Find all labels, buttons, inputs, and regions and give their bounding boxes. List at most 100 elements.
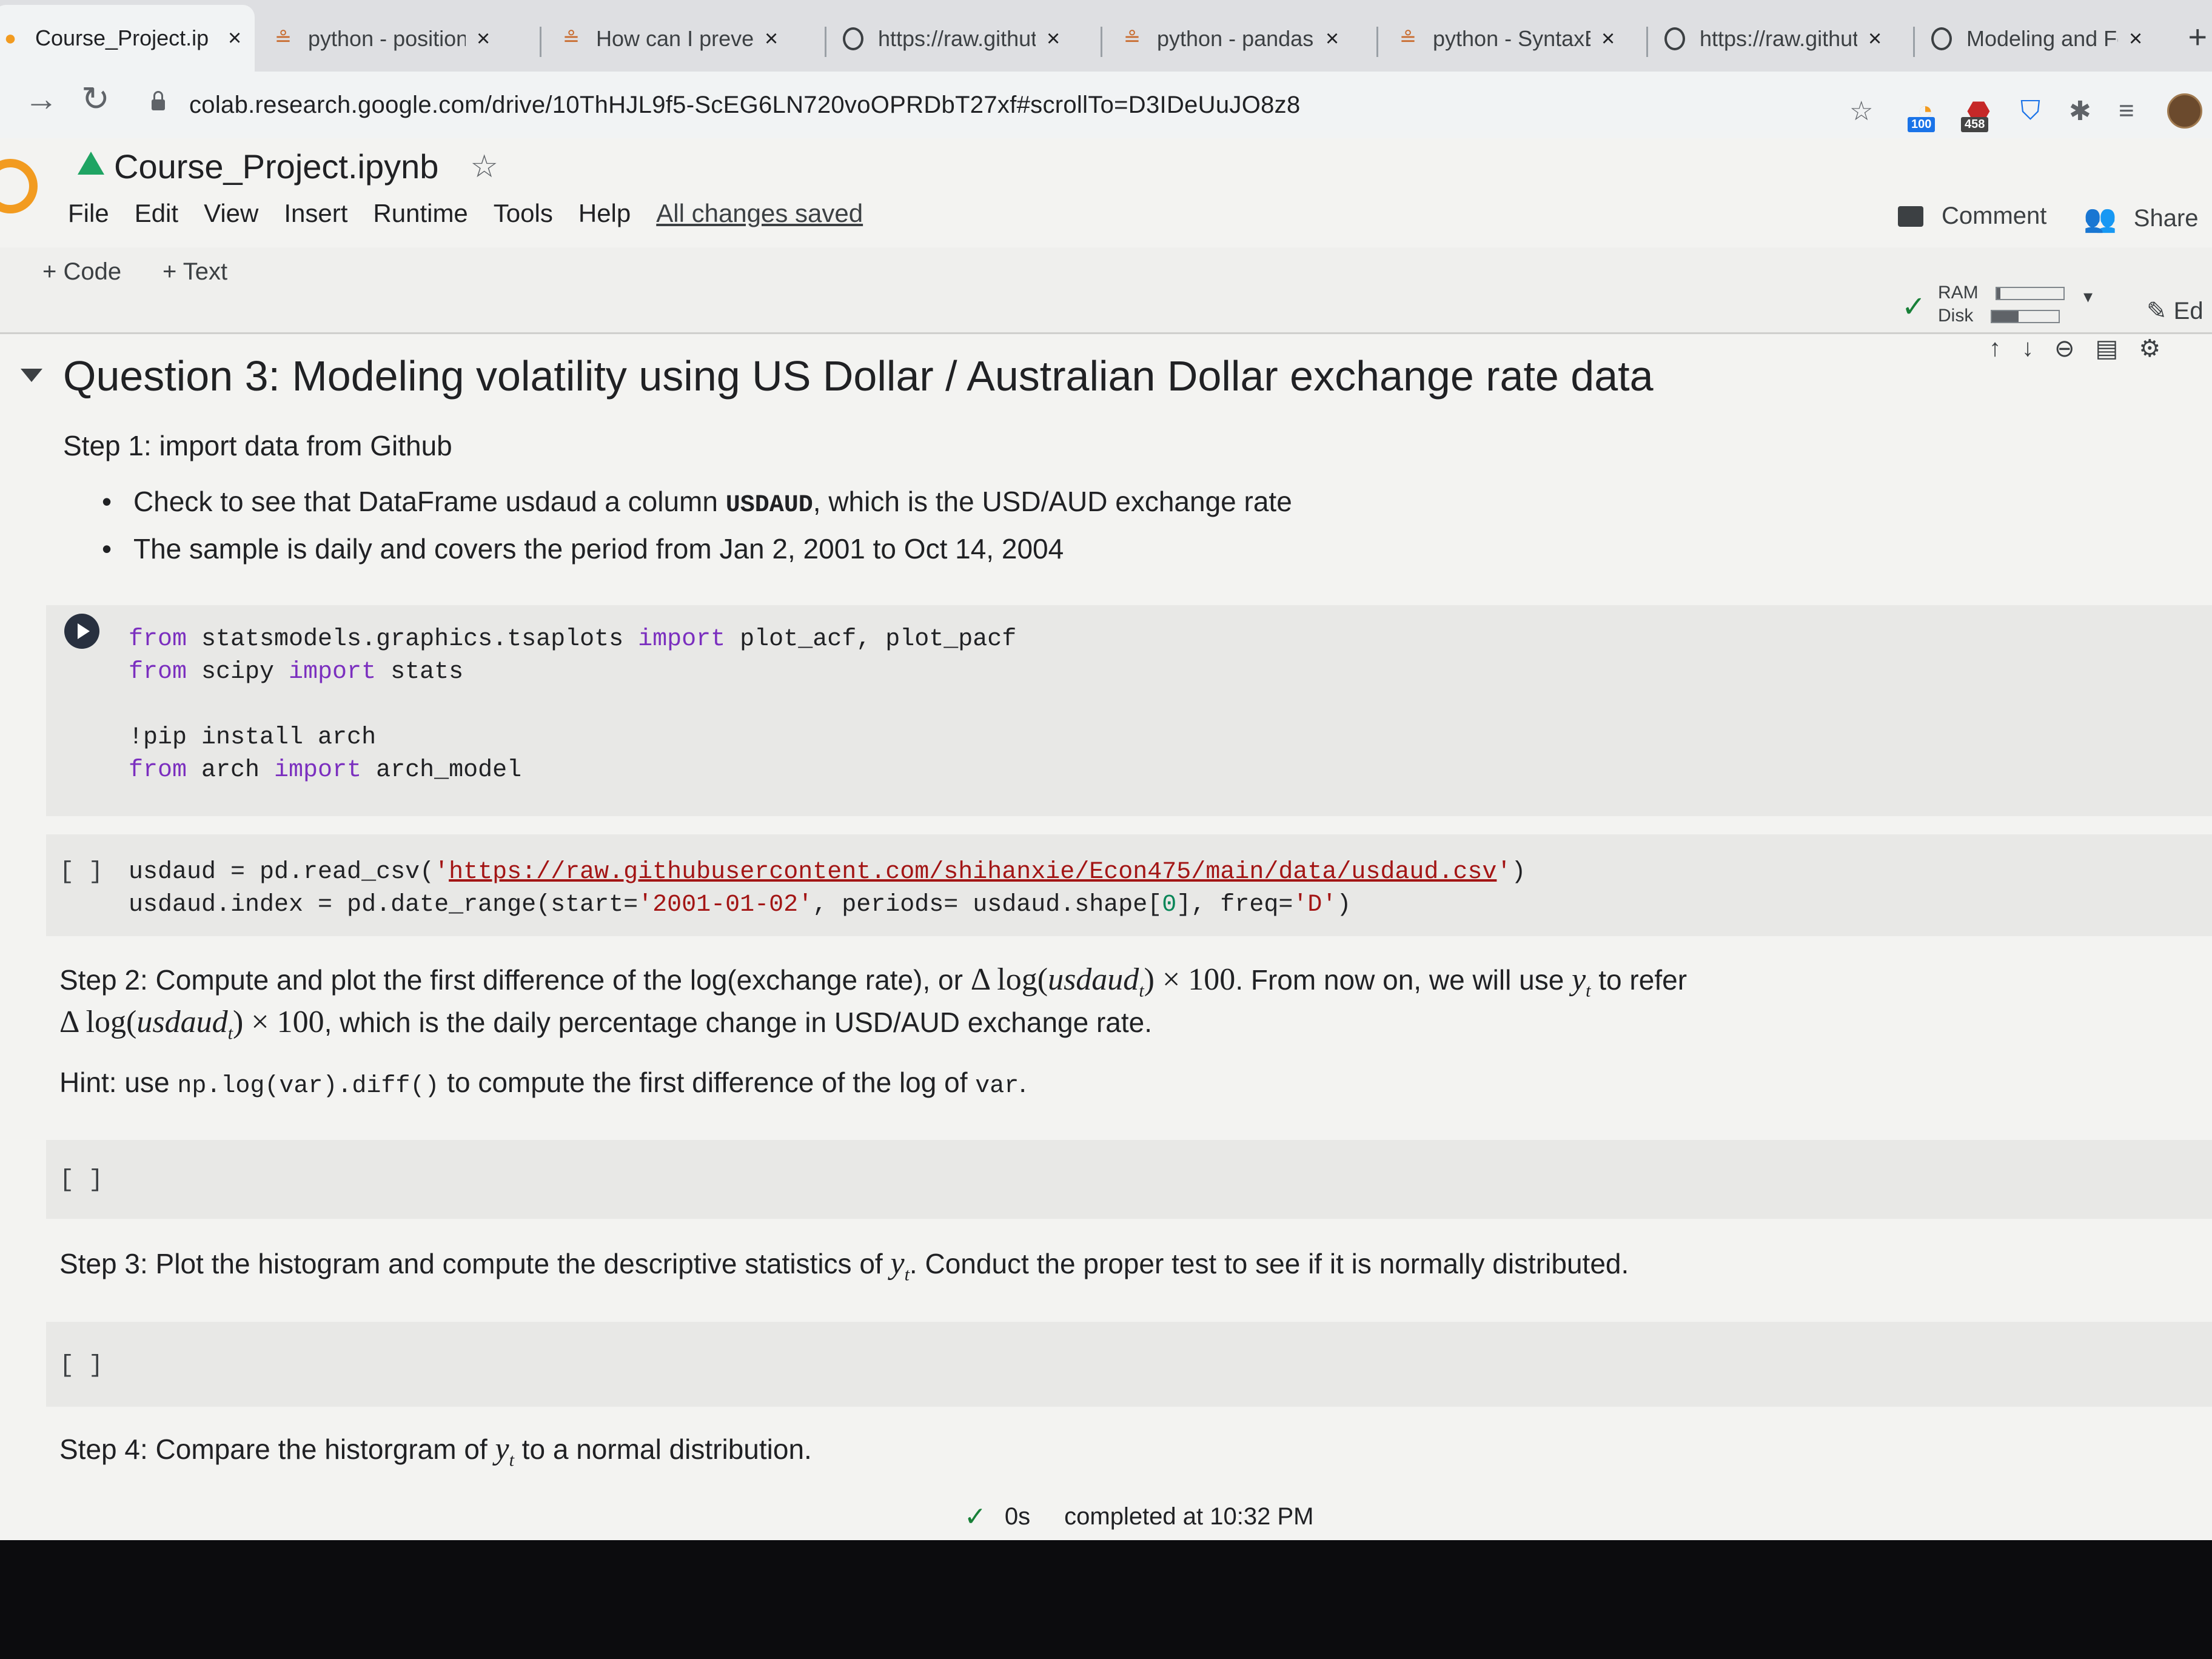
tab-python-pandas[interactable]: ≗ python - pandas × <box>1122 8 1339 69</box>
menu-view[interactable]: View <box>204 199 258 228</box>
close-icon[interactable]: × <box>228 25 241 52</box>
pencil-icon: ✎ <box>2147 298 2167 324</box>
notebook-toolbar: + Code + Text ✓ RAM Disk ▾ ✎ Ed <box>0 247 2212 334</box>
code-cell-empty[interactable]: [ ] <box>46 1140 2212 1219</box>
notebook-title-text[interactable]: Course_Project.ipynb <box>114 147 438 186</box>
tab-title: How can I preven <box>596 26 754 51</box>
tab-title: https://raw.githut <box>1700 26 1857 51</box>
menu-tools[interactable]: Tools <box>494 199 553 228</box>
tab-separator <box>825 27 826 57</box>
step3-text: Step 3: Plot the histogram and compute t… <box>59 1246 1629 1285</box>
cell-execution-bracket[interactable]: [ ] <box>59 859 103 886</box>
tab-modeling-and-forecasting[interactable]: Modeling and Fo × <box>1931 8 2142 69</box>
adblock-badge: 458 <box>1961 117 1989 132</box>
bullet-item: The sample is daily and covers the perio… <box>102 532 1064 565</box>
data-url-link[interactable]: https://raw.githubusercontent.com/shihan… <box>449 859 1496 886</box>
reload-icon[interactable]: ↻ <box>81 79 110 119</box>
adblock-extension-icon[interactable]: ⬣ 458 <box>1961 93 1994 132</box>
stackoverflow-icon: ≗ <box>562 27 580 50</box>
tab-python-position[interactable]: ≗ python - position × <box>273 8 490 69</box>
tab-title: python - position <box>308 26 466 51</box>
run-cell-button[interactable] <box>64 614 99 649</box>
tab-python-syntaxerror[interactable]: ≗ python - SyntaxE × <box>1398 8 1615 69</box>
stackoverflow-icon: ≗ <box>1399 27 1417 50</box>
menu-file[interactable]: File <box>68 199 109 228</box>
new-tab-button[interactable]: + <box>2188 18 2207 56</box>
lock-icon <box>152 91 165 110</box>
globe-icon <box>1664 27 1685 50</box>
close-icon[interactable]: × <box>1868 26 1882 52</box>
tab-how-can-i-prevent[interactable]: ≗ How can I preven × <box>561 8 778 69</box>
menu-edit[interactable]: Edit <box>135 199 178 228</box>
tab-title: Modeling and Fo <box>1966 26 2118 51</box>
ram-label: RAM <box>1938 283 1979 303</box>
execution-status: ✓ 0s completed at 10:32 PM <box>964 1501 1313 1532</box>
shield-extension-icon[interactable]: ⛉ <box>2020 93 2040 129</box>
add-code-button[interactable]: + Code <box>42 258 121 286</box>
add-text-button[interactable]: + Text <box>163 258 227 286</box>
step2-text-line2: Δ log(usdaudt) × 100, which is the daily… <box>59 1005 1153 1044</box>
code-line: from arch import arch_model <box>129 757 522 784</box>
rss-extension-icon[interactable]: ◔ 100 <box>1908 93 1940 132</box>
tab-separator <box>1913 27 1915 57</box>
code-line: from scipy import stats <box>129 659 464 686</box>
code-line: usdaud = pd.read_csv('https://raw.github… <box>129 859 1526 886</box>
tab-separator <box>540 27 541 57</box>
section-heading: Question 3: Modeling volatility using US… <box>63 352 1654 400</box>
collapse-section-icon[interactable] <box>21 369 42 382</box>
star-icon[interactable]: ☆ <box>470 149 498 185</box>
disk-label: Disk <box>1938 306 1974 326</box>
browser-toolbar: → ↻ colab.research.google.com/drive/10Th… <box>0 72 2212 139</box>
hint-text: Hint: use np.log(var).diff() to compute … <box>59 1067 1027 1100</box>
forward-icon[interactable]: → <box>24 79 58 118</box>
code-cell-read-data[interactable]: [ ] usdaud = pd.read_csv('https://raw.gi… <box>46 834 2212 936</box>
menu-runtime[interactable]: Runtime <box>373 199 468 228</box>
menu-bar: File Edit View Insert Runtime Tools Help… <box>68 199 888 228</box>
close-icon[interactable]: × <box>765 26 778 52</box>
globe-icon <box>843 27 863 50</box>
tab-separator <box>1101 27 1102 57</box>
close-icon[interactable]: × <box>1047 26 1060 52</box>
edit-button[interactable]: ✎ Ed <box>2147 297 2204 325</box>
tab-course-project[interactable]: ● Course_Project.ip × <box>0 5 255 72</box>
edit-label: Ed <box>2173 298 2204 324</box>
profile-avatar[interactable] <box>2167 93 2202 129</box>
save-status[interactable]: All changes saved <box>656 199 863 228</box>
code-line: from statsmodels.graphics.tsaplots impor… <box>129 626 1017 653</box>
tab-raw-github-2[interactable]: https://raw.githut × <box>1664 8 1882 69</box>
close-icon[interactable]: × <box>1601 26 1615 52</box>
screen: ● Course_Project.ip × ≗ python - positio… <box>0 0 2212 1540</box>
notebook-content: Question 3: Modeling volatility using US… <box>0 340 2212 1510</box>
chevron-down-icon[interactable]: ▾ <box>2083 286 2093 307</box>
step4-text: Step 4: Compare the historgram of yt to … <box>59 1432 812 1470</box>
cell-execution-bracket[interactable]: [ ] <box>59 1167 103 1194</box>
extensions-puzzle-icon[interactable]: ✱ <box>2069 93 2091 129</box>
comment-button[interactable]: Comment <box>1898 203 2046 230</box>
address-bar[interactable]: colab.research.google.com/drive/10ThHJL9… <box>152 85 1301 125</box>
reading-list-icon[interactable]: ≡ <box>2119 93 2134 129</box>
code-line: !pip install arch <box>129 724 377 751</box>
close-icon[interactable]: × <box>2129 26 2142 52</box>
connected-check-icon: ✓ <box>1902 291 1926 323</box>
colab-icon: ● <box>4 26 17 50</box>
close-icon[interactable]: × <box>477 26 490 52</box>
colab-logo-icon[interactable] <box>0 159 38 213</box>
stackoverflow-icon: ≗ <box>274 27 292 50</box>
step2-text: Step 2: Compute and plot the first diffe… <box>59 962 1687 1001</box>
bookmark-star-icon[interactable]: ☆ <box>1849 93 1873 129</box>
people-icon: 👥 <box>2083 204 2117 233</box>
menu-insert[interactable]: Insert <box>284 199 347 228</box>
menu-help[interactable]: Help <box>578 199 631 228</box>
comment-label: Comment <box>1942 203 2047 229</box>
tab-raw-github-1[interactable]: https://raw.githut × <box>843 8 1060 69</box>
cell-execution-bracket[interactable]: [ ] <box>59 1352 103 1379</box>
code-cell-empty[interactable]: [ ] <box>46 1322 2212 1407</box>
tab-title: Course_Project.ip <box>35 25 209 50</box>
tab-title: python - SyntaxE <box>1433 26 1590 51</box>
tab-title: python - pandas <box>1157 26 1314 51</box>
close-icon[interactable]: × <box>1326 26 1339 52</box>
inline-code: np.log(var).diff() <box>177 1073 440 1100</box>
share-button[interactable]: 👥 Share <box>2083 203 2199 234</box>
code-cell-imports[interactable]: from statsmodels.graphics.tsaplots impor… <box>46 605 2212 816</box>
drive-icon[interactable] <box>78 151 104 175</box>
